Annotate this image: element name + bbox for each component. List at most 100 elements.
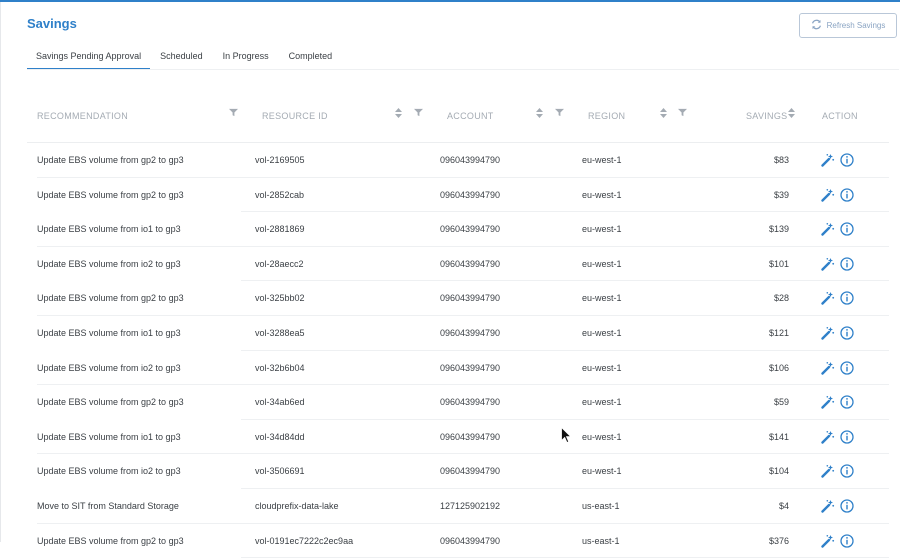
table-row[interactable]: Move to SIT from Standard Storage cloudpr… [27, 489, 889, 524]
savings-card: Savings Refresh Savings Savings Pending … [0, 2, 900, 558]
cell-region: eu-west-1 [582, 466, 622, 477]
row-actions [821, 464, 854, 479]
info-icon[interactable] [840, 153, 854, 167]
column-header-recommendation: RECOMMENDATION [37, 111, 129, 121]
cell-recommendation: Update EBS volume from gp2 to gp3 [37, 293, 184, 304]
cell-region: eu-west-1 [582, 362, 622, 373]
table-row[interactable]: Update EBS volume from io2 to gp3 vol-28a… [27, 247, 889, 282]
cell-savings: $28 [773, 293, 789, 304]
column-header-resource-id: RESOURCE ID [262, 111, 328, 121]
sort-icon[interactable] [536, 108, 543, 120]
info-icon[interactable] [840, 395, 854, 409]
table-row[interactable]: Update EBS volume from gp2 to gp3 vol-34a… [27, 385, 889, 420]
cell-recommendation: Update EBS volume from gp2 to gp3 [37, 397, 184, 408]
magic-wand-icon[interactable] [821, 534, 835, 548]
row-actions [821, 326, 854, 340]
cell-recommendation: Update EBS volume from io1 to gp3 [37, 224, 181, 235]
table-row[interactable]: Update EBS volume from io1 to gp3 vol-34d… [27, 420, 889, 455]
cell-recommendation: Update EBS volume from gp2 to gp3 [37, 155, 184, 165]
tabs-divider [27, 69, 899, 70]
table-header: RECOMMENDATION RESOURCE ID ACCOUNT REGIO… [27, 90, 889, 143]
cell-recommendation: Update EBS volume from gp2 to gp3 [37, 535, 184, 546]
row-actions [821, 222, 854, 236]
table-row[interactable]: Update EBS volume from gp2 to gp3 vol-325… [27, 281, 889, 316]
cell-account: 096043994790 [440, 189, 501, 200]
info-icon[interactable] [840, 326, 854, 340]
magic-wand-icon[interactable] [821, 361, 835, 375]
table-body: Update EBS volume from gp2 to gp3 vol-216… [27, 143, 889, 558]
cell-account: 096043994790 [440, 327, 501, 338]
tab-in-progress[interactable]: In Progress [223, 46, 269, 70]
row-actions [821, 291, 854, 306]
column-header-action: ACTION [822, 111, 858, 121]
magic-wand-icon[interactable] [821, 326, 835, 340]
magic-wand-icon[interactable] [821, 395, 835, 409]
info-icon[interactable] [840, 291, 854, 306]
cell-resource-id: vol-2852cab [255, 189, 305, 200]
column-header-savings: SAVINGS [746, 111, 788, 121]
row-actions [821, 257, 854, 271]
table-row[interactable]: Update EBS volume from gp2 to gp3 vol-285… [27, 178, 889, 213]
sort-icon[interactable] [660, 108, 667, 120]
filter-icon[interactable] [555, 108, 564, 119]
cell-resource-id: vol-34d84dd [255, 431, 305, 442]
sort-icon[interactable] [788, 108, 795, 120]
refresh-savings-button[interactable]: Refresh Savings [799, 13, 897, 38]
filter-icon[interactable] [678, 108, 687, 119]
magic-wand-icon[interactable] [821, 291, 835, 306]
refresh-savings-label: Refresh Savings [826, 21, 886, 30]
cell-savings: $141 [768, 431, 789, 442]
info-icon[interactable] [840, 257, 854, 271]
tab-savings-pending-approval[interactable]: Savings Pending Approval [27, 46, 151, 70]
table-row[interactable]: Update EBS volume from io1 to gp3 vol-328… [27, 316, 889, 351]
info-icon[interactable] [840, 360, 854, 375]
cell-region: eu-west-1 [582, 293, 622, 304]
magic-wand-icon[interactable] [821, 153, 835, 167]
cell-recommendation: Update EBS volume from io1 to gp3 [37, 431, 181, 442]
cell-resource-id: vol-34ab6ed [255, 397, 305, 408]
table-row[interactable]: Update EBS volume from io2 to gp3 vol-32b… [27, 351, 889, 386]
table-row[interactable]: Update EBS volume from gp2 to gp3 vol-019… [27, 524, 889, 558]
magic-wand-icon[interactable] [821, 222, 835, 236]
magic-wand-icon[interactable] [821, 499, 835, 513]
cell-savings: $39 [773, 189, 789, 200]
table-row[interactable]: Update EBS volume from gp2 to gp3 vol-216… [27, 143, 889, 178]
cell-savings: $106 [768, 362, 789, 373]
cell-region: eu-west-1 [582, 155, 622, 165]
cell-recommendation: Update EBS volume from io1 to gp3 [37, 327, 181, 338]
row-actions [821, 533, 854, 548]
info-icon[interactable] [840, 430, 854, 444]
cell-account: 096043994790 [440, 362, 501, 373]
tab-completed[interactable]: Completed [289, 46, 333, 70]
sort-icon[interactable] [395, 108, 402, 120]
filter-icon[interactable] [229, 108, 238, 119]
info-icon[interactable] [840, 499, 854, 513]
cell-account: 096043994790 [440, 293, 501, 304]
magic-wand-icon[interactable] [821, 430, 835, 444]
cell-savings: $59 [773, 397, 789, 408]
cell-recommendation: Update EBS volume from io2 to gp3 [37, 258, 181, 269]
cell-resource-id: vol-2881869 [255, 224, 305, 235]
cell-resource-id: vol-3506691 [255, 466, 305, 477]
cell-resource-id: cloudprefix-data-lake [255, 500, 339, 511]
tab-bar: Savings Pending Approval Scheduled In Pr… [27, 46, 352, 70]
cell-region: us-east-1 [582, 500, 620, 511]
filter-icon[interactable] [414, 108, 423, 119]
tab-scheduled[interactable]: Scheduled [160, 46, 203, 70]
row-actions [821, 187, 854, 202]
cell-savings: $83 [773, 155, 789, 165]
info-icon[interactable] [840, 464, 854, 478]
info-icon[interactable] [840, 533, 854, 548]
cell-region: us-east-1 [582, 535, 620, 546]
cell-savings: $101 [768, 258, 789, 269]
table-row[interactable]: Update EBS volume from io2 to gp3 vol-350… [27, 454, 889, 489]
info-icon[interactable] [840, 222, 854, 236]
magic-wand-icon[interactable] [821, 188, 835, 202]
magic-wand-icon[interactable] [821, 257, 835, 271]
table-row[interactable]: Update EBS volume from io1 to gp3 vol-288… [27, 212, 889, 247]
info-icon[interactable] [840, 187, 854, 202]
magic-wand-icon[interactable] [821, 464, 835, 479]
cell-recommendation: Update EBS volume from gp2 to gp3 [37, 189, 184, 200]
cell-resource-id: vol-32b6b04 [255, 362, 305, 373]
cell-region: eu-west-1 [582, 189, 622, 200]
